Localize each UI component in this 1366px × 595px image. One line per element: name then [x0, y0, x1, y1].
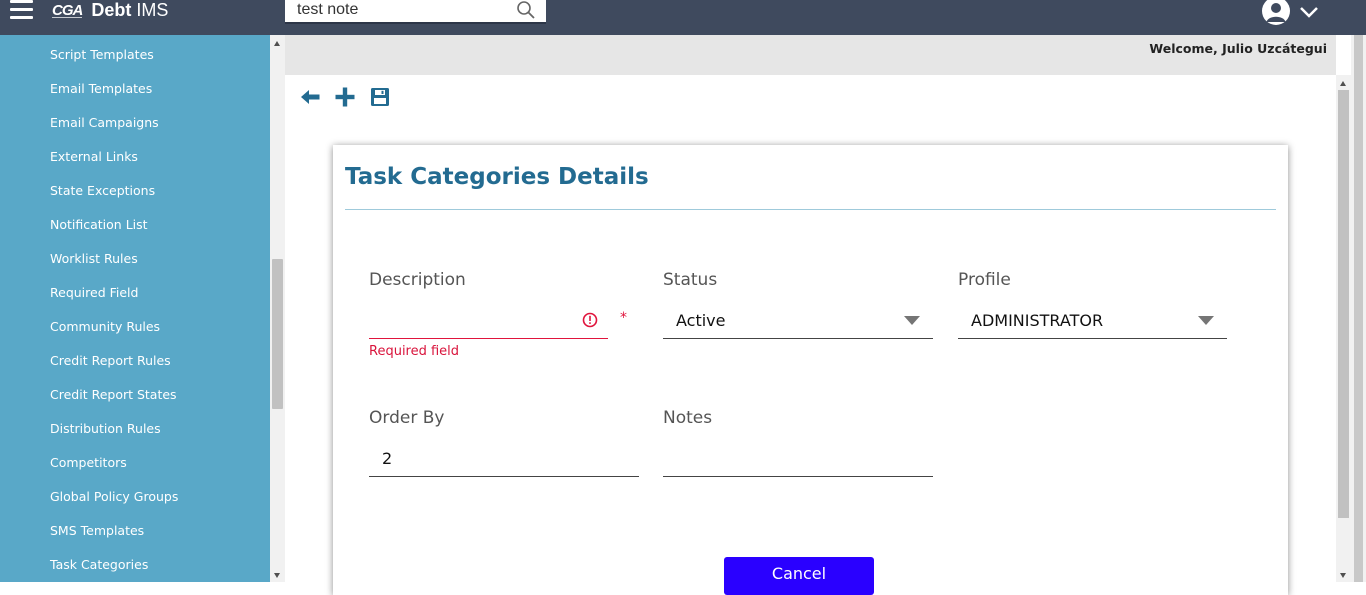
sidebar-item-community-rules[interactable]: Community Rules	[50, 319, 160, 334]
details-card: Task Categories Details Description * Re…	[333, 145, 1288, 595]
page-scrollbar[interactable]	[1351, 35, 1366, 582]
scroll-down-arrow-icon[interactable]	[1340, 573, 1346, 578]
plus-icon[interactable]	[335, 87, 355, 107]
description-underline	[369, 338, 608, 339]
notes-label: Notes	[663, 408, 713, 428]
cancel-button[interactable]: Cancel	[724, 557, 874, 595]
sidebar-item-task-categories[interactable]: Task Categories	[50, 557, 148, 572]
save-icon[interactable]	[370, 87, 390, 107]
profile-underline	[958, 338, 1227, 339]
status-label: Status	[663, 270, 718, 290]
app-logo: CGA Debt IMS	[52, 0, 168, 22]
main-scrollbar[interactable]	[1336, 75, 1351, 582]
logo-mark: CGA	[52, 1, 83, 19]
sidebar-item-competitors[interactable]: Competitors	[50, 455, 127, 470]
order-by-label: Order By	[369, 408, 445, 428]
page-title: Task Categories Details	[345, 164, 649, 190]
page-scroll-thumb[interactable]	[1354, 35, 1363, 582]
status-select[interactable]: Active	[663, 305, 933, 339]
top-bar: CGA Debt IMS	[0, 0, 1366, 35]
dropdown-caret-icon	[904, 316, 920, 325]
chevron-down-icon[interactable]	[1299, 5, 1319, 19]
sidebar-item-credit-report-rules[interactable]: Credit Report Rules	[50, 353, 171, 368]
dropdown-caret-icon	[1198, 316, 1214, 325]
sidebar-item-notification-list[interactable]: Notification List	[50, 217, 148, 232]
description-label: Description	[369, 270, 466, 290]
profile-select[interactable]: ADMINISTRATOR	[958, 305, 1227, 339]
scroll-up-arrow-icon[interactable]	[274, 41, 280, 46]
order-by-underline	[369, 476, 639, 477]
error-message: Required field	[369, 344, 460, 359]
status-underline	[663, 338, 933, 339]
profile-value: ADMINISTRATOR	[971, 311, 1104, 330]
sidebar-item-distribution-rules[interactable]: Distribution Rules	[50, 421, 161, 436]
sidebar-item-external-links[interactable]: External Links	[50, 149, 138, 164]
back-arrow-icon[interactable]	[300, 87, 320, 107]
required-asterisk: *	[620, 310, 627, 326]
scroll-up-arrow-icon[interactable]	[1340, 81, 1346, 86]
sidebar-item-script-templates[interactable]: Script Templates	[50, 47, 154, 62]
order-by-value: 2	[382, 449, 393, 468]
search-icon[interactable]	[516, 0, 536, 20]
hamburger-menu-icon[interactable]	[10, 0, 34, 22]
app-name: IMS	[136, 0, 169, 20]
sidebar-scrollbar[interactable]	[270, 35, 285, 582]
app-name-bold: Debt	[91, 0, 132, 20]
sidebar-item-sms-templates[interactable]: SMS Templates	[50, 523, 144, 538]
notes-field[interactable]	[663, 443, 933, 477]
sidebar-item-required-field[interactable]: Required Field	[50, 285, 138, 300]
order-by-field[interactable]: 2	[369, 443, 639, 477]
error-icon	[582, 312, 598, 328]
sidebar-scroll-thumb[interactable]	[272, 259, 283, 409]
sidebar-item-email-templates[interactable]: Email Templates	[50, 81, 152, 96]
description-field[interactable]	[369, 311, 574, 333]
notes-underline	[663, 476, 933, 477]
sidebar-item-credit-report-states[interactable]: Credit Report States	[50, 387, 177, 402]
welcome-bar: Welcome, Julio Uzcátegui	[285, 35, 1336, 75]
search-input[interactable]	[297, 0, 512, 20]
sidebar-item-global-policy-groups[interactable]: Global Policy Groups	[50, 489, 178, 504]
welcome-text: Welcome, Julio Uzcátegui	[1149, 41, 1327, 56]
user-avatar-icon[interactable]	[1261, 0, 1291, 26]
search-box	[285, 0, 546, 24]
scroll-down-arrow-icon[interactable]	[274, 573, 280, 578]
status-value: Active	[676, 311, 726, 330]
profile-label: Profile	[958, 270, 1011, 290]
sidebar-item-worklist-rules[interactable]: Worklist Rules	[50, 251, 138, 266]
title-divider	[345, 209, 1276, 210]
sidebar-item-email-campaigns[interactable]: Email Campaigns	[50, 115, 159, 130]
sidebar: Script Templates Email Templates Email C…	[0, 35, 270, 582]
main-scroll-thumb[interactable]	[1338, 90, 1349, 518]
sidebar-item-state-exceptions[interactable]: State Exceptions	[50, 183, 155, 198]
